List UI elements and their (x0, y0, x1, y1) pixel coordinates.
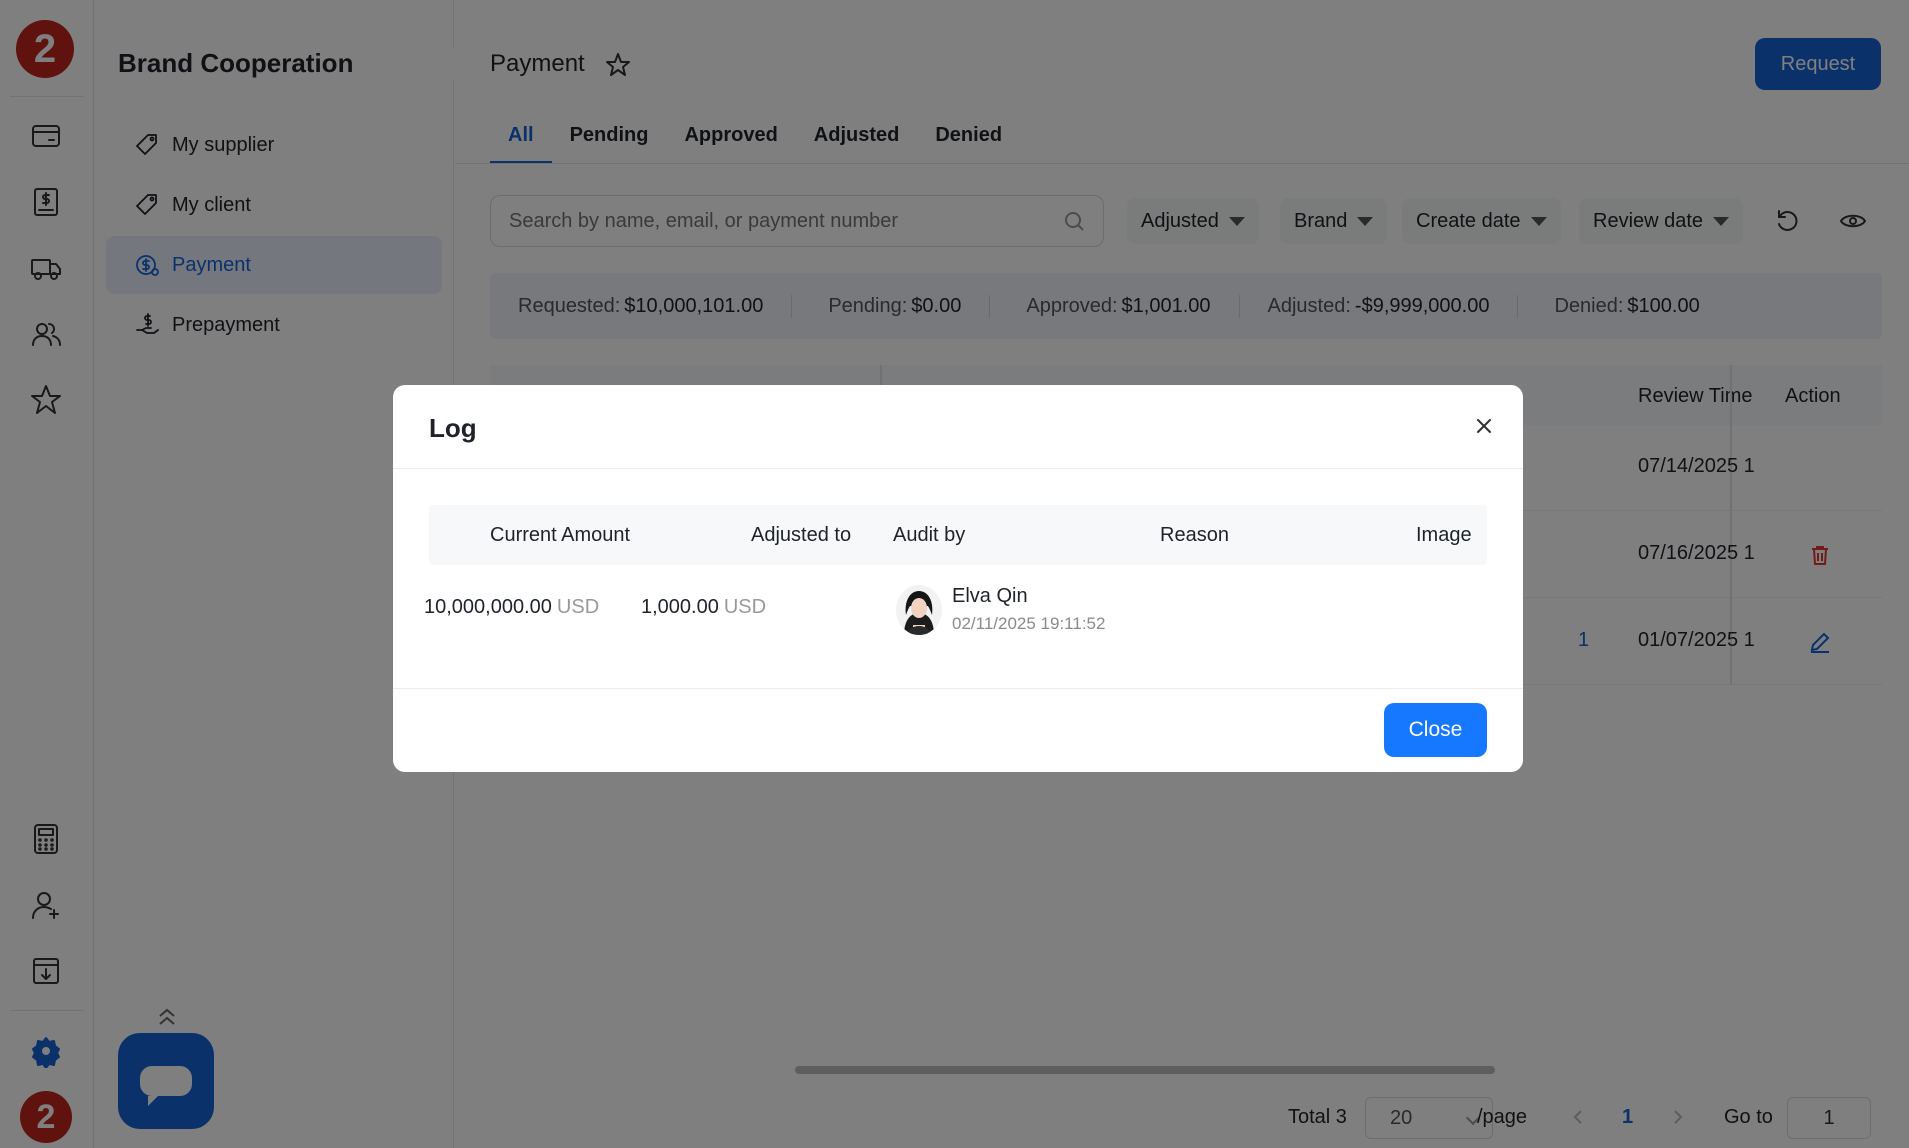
log-row: 10,000,000.00 USD 1,000.00 USD Elva Qin 02… (424, 565, 1487, 655)
column-header-adjusted-to: Adjusted to (751, 524, 852, 546)
close-button[interactable]: Close (1384, 703, 1487, 757)
log-table-header: Current Amount Adjusted to Audit by Reas… (429, 505, 1487, 565)
log-modal: Log Current Amount Adjusted to Audit by … (393, 385, 1523, 772)
modal-footer-divider (393, 688, 1523, 689)
modal-header-divider (393, 468, 1523, 469)
audit-timestamp: 02/11/2025 19:11:52 (952, 614, 1106, 633)
current-amount-cell: 10,000,000.00 USD (424, 596, 600, 618)
close-icon[interactable] (1470, 412, 1498, 440)
column-header-current-amount: Current Amount (490, 524, 631, 546)
auditor-name: Elva Qin (952, 585, 1028, 607)
column-header-audit-by: Audit by (893, 524, 966, 546)
adjusted-amount-cell: 1,000.00 USD (641, 596, 767, 618)
column-header-reason: Reason (1160, 524, 1229, 546)
column-header-image: Image (1416, 524, 1472, 546)
modal-title: Log (429, 413, 477, 443)
auditor-avatar (896, 585, 942, 635)
